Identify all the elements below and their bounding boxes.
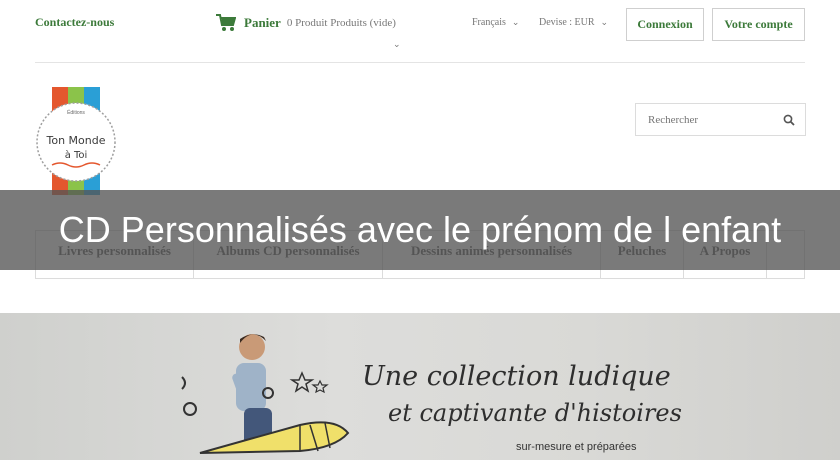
login-button[interactable]: Connexion [626, 8, 704, 41]
currency-label: Devise : EUR [539, 17, 595, 28]
banner-small-text: sur-mesure et préparées [516, 441, 637, 453]
cart-label: Panier [244, 15, 281, 30]
banner-subtitle: et captivante d'histoires [388, 399, 682, 427]
logo-top-text: Éditions [67, 109, 85, 116]
chevron-down-icon[interactable]: ⌄ [393, 39, 401, 50]
language-selector[interactable]: Français ⌄ [472, 17, 519, 28]
hero-banner[interactable]: Une collection ludique et captivante d'h… [0, 313, 840, 460]
search-icon[interactable] [783, 114, 795, 126]
currency-selector[interactable]: Devise : EUR ⌄ [539, 17, 608, 28]
cart-widget[interactable]: Panier 0 Produit Produits (vide) [216, 14, 396, 32]
banner-title: Une collection ludique [362, 361, 671, 392]
header-divider [35, 62, 805, 63]
page-title: CD Personnalisés avec le prénom de l enf… [58, 209, 782, 250]
logo-line-2: à Toi [65, 149, 88, 161]
cart-status: 0 Produit Produits (vide) [286, 17, 396, 29]
account-button[interactable]: Votre compte [712, 8, 805, 41]
cart-icon [216, 14, 236, 31]
logo-line-1: Ton Monde [46, 134, 106, 147]
language-label: Français [472, 17, 506, 28]
contact-link[interactable]: Contactez-nous [35, 15, 114, 30]
chevron-down-icon: ⌄ [600, 17, 609, 27]
site-logo[interactable]: Éditions Ton Monde à Toi [34, 87, 118, 199]
search-input[interactable] [636, 104, 776, 135]
title-overlay: CD Personnalisés avec le prénom de l enf… [0, 190, 840, 270]
search-box [635, 103, 806, 136]
top-bar: Contactez-nous Panier 0 Produit Produits… [0, 0, 840, 62]
chevron-down-icon: ⌄ [511, 17, 520, 27]
